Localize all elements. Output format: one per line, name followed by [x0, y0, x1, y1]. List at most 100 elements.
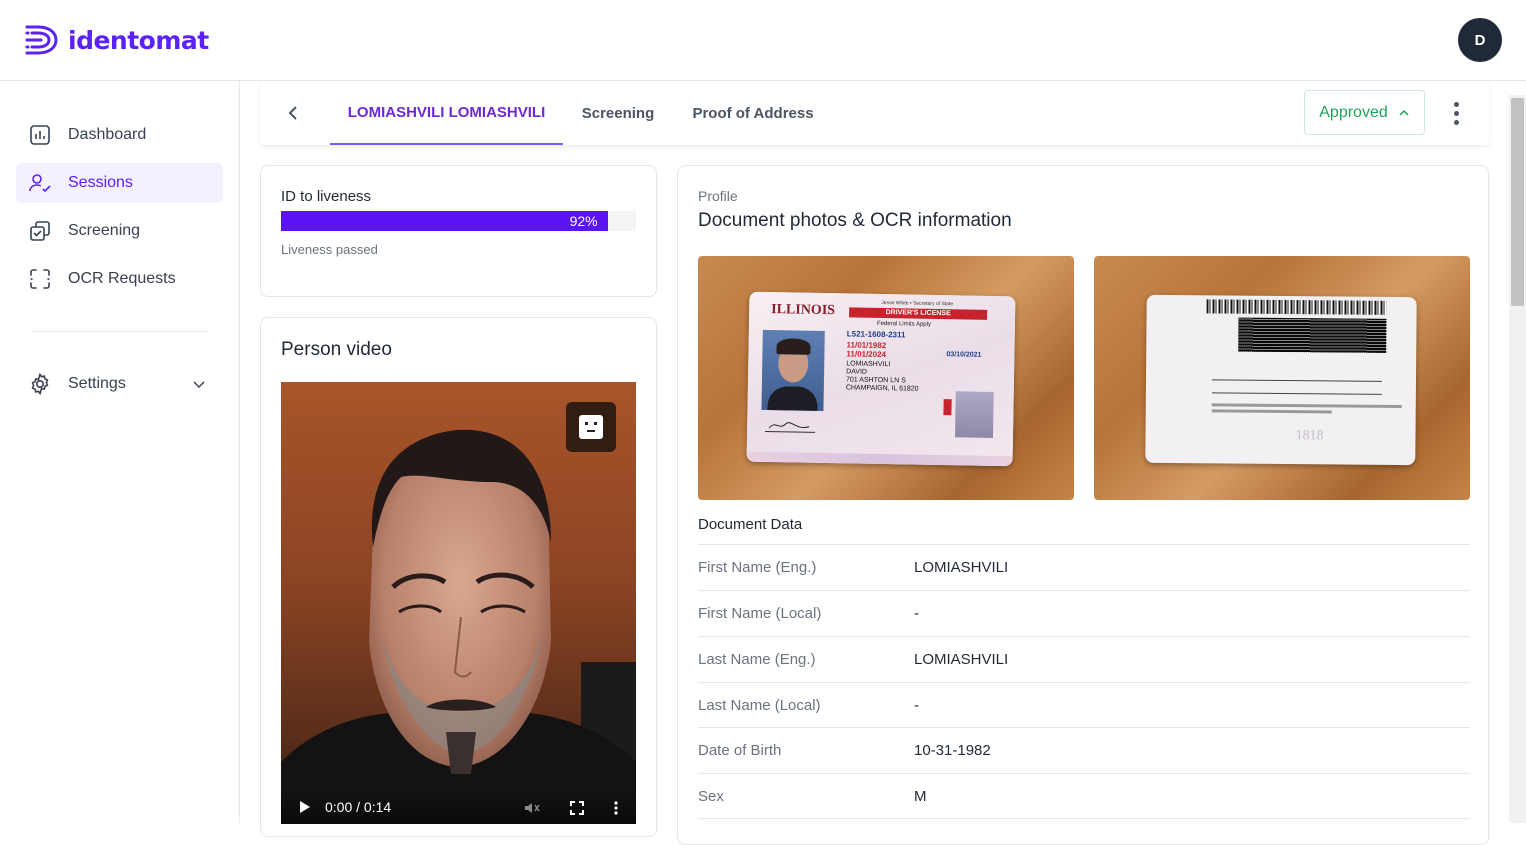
sidebar: Dashboard Sessions Screening OCR Request…	[0, 81, 240, 823]
id-number: L521-1608-2311	[846, 329, 906, 340]
more-options-button[interactable]	[1446, 99, 1466, 127]
fullscreen-icon[interactable]	[570, 801, 584, 815]
field-label: Date of Birth	[698, 742, 782, 759]
gear-icon	[31, 372, 49, 396]
page-scrollbar[interactable]	[1509, 95, 1526, 823]
person-video-card: Person video 0:00 / 0:14	[260, 317, 657, 837]
back-text-line	[1211, 403, 1402, 409]
dot	[1453, 101, 1459, 107]
data-row-first-name-eng: First Name (Eng.) LOMIASHVILI	[698, 544, 1470, 590]
video-time: 0:00 / 0:14	[325, 799, 392, 815]
tab-proof-of-address[interactable]: Proof of Address	[685, 81, 821, 145]
id-state: ILLINOIS	[771, 302, 836, 319]
person-video[interactable]: 0:00 / 0:14	[281, 382, 636, 824]
id-header: Jesse White • Secretary of State	[881, 299, 954, 308]
data-row-sex: Sex M	[698, 773, 1470, 819]
field-label: Sex	[698, 787, 724, 805]
sidebar-divider	[32, 331, 208, 332]
id-signature	[765, 417, 816, 433]
id-first-name: DAVID	[846, 368, 868, 376]
sidebar-item-dashboard[interactable]: Dashboard	[16, 115, 223, 155]
id-ghost-portrait	[954, 391, 994, 438]
face-detect-button[interactable]	[566, 402, 616, 452]
id-card-front: ILLINOIS Jesse White • Secretary of Stat…	[746, 291, 1016, 467]
liveness-status: Liveness passed	[281, 242, 378, 257]
video-controls-right	[524, 800, 618, 816]
liveness-progress-fill: 92%	[281, 211, 608, 231]
field-value: -	[914, 697, 919, 714]
barcode-linear	[1206, 299, 1387, 315]
chevron-left-icon	[288, 106, 297, 120]
id-portrait	[761, 329, 825, 412]
back-text-line	[1211, 409, 1332, 414]
screening-icon	[30, 221, 50, 241]
profile-card: Profile Document photos & OCR informatio…	[677, 165, 1489, 845]
id-address-1: 701 ASHTON LN S	[845, 376, 906, 385]
dot	[1453, 119, 1459, 125]
liveness-title: ID to liveness	[281, 188, 372, 205]
user-check-icon	[29, 174, 51, 193]
sidebar-item-label: Dashboard	[68, 126, 147, 143]
tab-profile[interactable]: LOMIASHVILI LOMIASHVILI	[330, 81, 563, 145]
field-label: Last Name (Local)	[698, 697, 821, 714]
id-last-name: LOMIASHVILI	[846, 360, 891, 369]
face-icon	[579, 415, 603, 439]
id-card-back: 1818	[1145, 294, 1417, 466]
sidebar-item-settings[interactable]: Settings	[16, 364, 223, 404]
tab-screening[interactable]: Screening	[573, 81, 663, 145]
data-row-first-name-local: First Name (Local) -	[698, 590, 1470, 636]
sidebar-item-label: OCR Requests	[68, 270, 176, 287]
logo-icon	[25, 25, 58, 55]
chevron-up-icon	[1399, 109, 1409, 116]
field-value: 10-31-1982	[914, 742, 991, 759]
back-button[interactable]	[282, 101, 306, 125]
top-bar: identomat D	[0, 0, 1526, 81]
session-tabs-header: LOMIASHVILI LOMIASHVILI Screening Proof …	[260, 81, 1489, 145]
field-value: LOMIASHVILI	[914, 651, 1009, 668]
volume-muted-icon[interactable]	[524, 800, 540, 816]
logo-text: identomat	[68, 25, 209, 55]
liveness-progress-bar: 92%	[281, 211, 636, 231]
status-label: Approved	[1319, 103, 1388, 121]
field-label: First Name (Local)	[698, 605, 822, 622]
profile-section-label: Profile	[698, 188, 738, 204]
back-table	[1211, 379, 1382, 395]
document-back-photo[interactable]: 1818	[1094, 256, 1470, 500]
dashboard-icon	[30, 125, 50, 145]
more-vertical-icon[interactable]	[614, 801, 618, 815]
field-value: -	[914, 605, 919, 622]
sidebar-item-sessions[interactable]: Sessions	[16, 163, 223, 203]
id-iss: 03/10/2021	[946, 351, 982, 359]
scan-icon	[30, 269, 50, 289]
field-value: M	[914, 787, 927, 805]
sidebar-item-label: Sessions	[68, 174, 133, 191]
logo[interactable]: identomat	[24, 22, 209, 58]
field-label: First Name (Eng.)	[698, 559, 817, 576]
chevron-down-icon[interactable]	[191, 376, 207, 392]
dot	[1453, 110, 1459, 116]
data-row-last-name-eng: Last Name (Eng.) LOMIASHVILI	[698, 636, 1470, 682]
sidebar-item-screening[interactable]: Screening	[16, 211, 223, 251]
data-row-date-of-birth: Date of Birth 10-31-1982	[698, 727, 1470, 773]
barcode-pdf417	[1238, 317, 1387, 353]
sidebar-item-label: Screening	[68, 222, 141, 239]
play-icon[interactable]	[299, 800, 311, 814]
sidebar-item-label: Settings	[68, 375, 126, 392]
profile-title: Document photos & OCR information	[698, 210, 1012, 231]
document-front-photo[interactable]: ILLINOIS Jesse White • Secretary of Stat…	[698, 256, 1074, 500]
back-watermark-year: 1818	[1295, 428, 1324, 444]
scrollbar-thumb[interactable]	[1511, 98, 1524, 306]
id-exp: 11/01/2024	[846, 349, 887, 360]
field-label: Last Name (Eng.)	[698, 651, 816, 668]
id-federal: Federal Limits Apply	[876, 320, 932, 328]
liveness-card: ID to liveness 92% Liveness passed	[260, 165, 657, 297]
status-dropdown[interactable]: Approved	[1304, 90, 1425, 135]
id-state-shape	[943, 399, 952, 416]
sidebar-item-ocr-requests[interactable]: OCR Requests	[16, 259, 223, 299]
video-title: Person video	[281, 339, 392, 360]
user-avatar[interactable]: D	[1458, 18, 1502, 62]
document-data-title: Document Data	[698, 516, 803, 533]
data-row-last-name-local: Last Name (Local) -	[698, 682, 1470, 728]
field-value: LOMIASHVILI	[914, 559, 1009, 576]
id-address-2: CHAMPAIGN, IL 61820	[845, 384, 919, 393]
